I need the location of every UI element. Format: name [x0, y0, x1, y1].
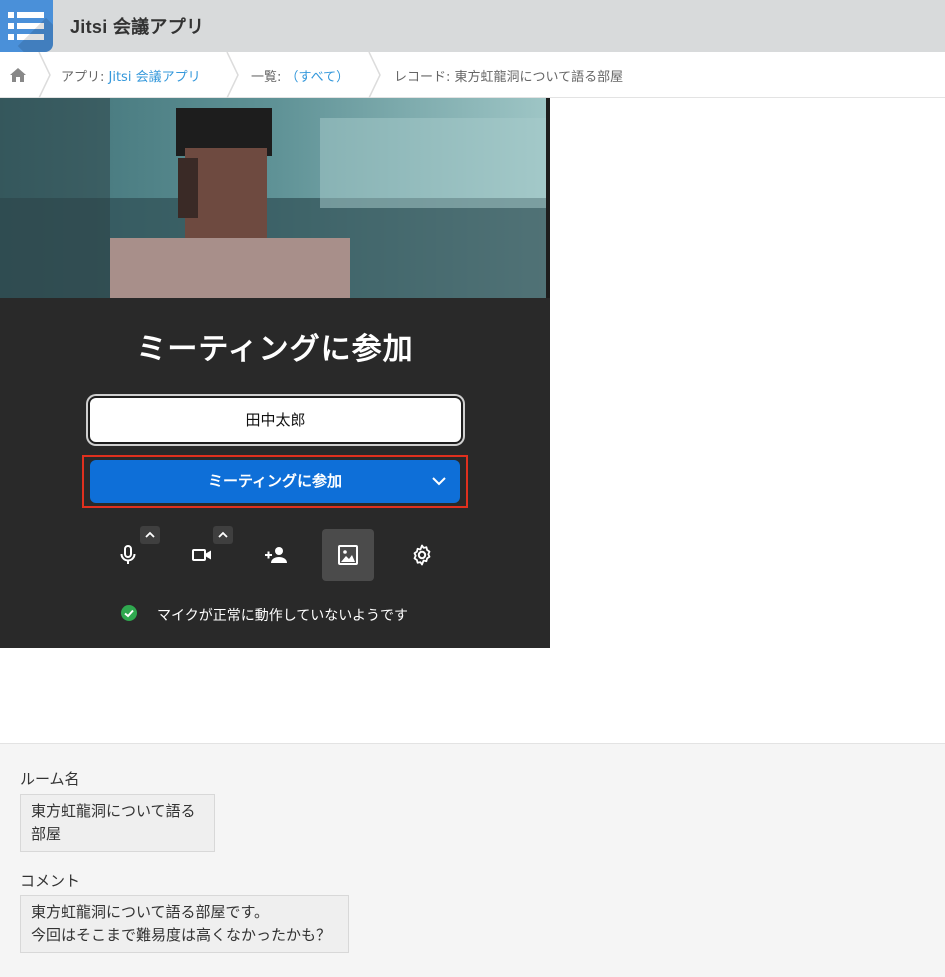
breadcrumb-record: レコード: 東方虹龍洞について語る部屋	[394, 70, 624, 85]
breadcrumb-app-prefix: アプリ:	[61, 70, 109, 85]
virtual-background-button[interactable]	[322, 529, 374, 581]
chevron-up-icon	[145, 531, 155, 538]
join-meeting-button[interactable]: ミーティングに参加	[90, 460, 460, 503]
camera-icon	[192, 549, 211, 561]
breadcrumb-app: アプリ: Jitsi 会議アプリ	[61, 66, 201, 85]
chevron-down-icon[interactable]	[432, 474, 446, 488]
breadcrumb-list-link[interactable]: （すべて）	[286, 70, 350, 85]
list-icon[interactable]	[0, 0, 53, 52]
microphone-icon	[120, 545, 136, 564]
room-name-line: 東方虹龍洞について語る	[31, 802, 196, 820]
join-meeting-label: ミーティングに参加	[207, 472, 343, 490]
breadcrumb-app-link[interactable]: Jitsi 会議アプリ	[109, 70, 201, 85]
room-name-label: ルーム名	[20, 770, 80, 788]
room-name-line: 部屋	[31, 825, 62, 843]
breadcrumb: アプリ: Jitsi 会議アプリ 一覧: （すべて） レコード: 東方虹龍洞につ…	[0, 52, 945, 98]
comment-line: 東方虹龍洞について語る部屋です。	[31, 903, 270, 921]
preview-edge	[546, 98, 550, 298]
microphone-options-button[interactable]	[140, 526, 160, 544]
breadcrumb-separator	[368, 52, 381, 98]
room-name-value: 東方虹龍洞について語る 部屋	[20, 794, 215, 852]
breadcrumb-list: 一覧: （すべて）	[251, 66, 349, 85]
comment-label: コメント	[20, 872, 81, 890]
comment-value: 東方虹龍洞について語る部屋です。 今回はそこまで難易度は高くなかったかも？	[20, 895, 349, 953]
background-icon	[338, 545, 358, 565]
invite-icon	[265, 547, 287, 563]
breadcrumb-separator	[226, 52, 239, 98]
camera-preview-image	[0, 98, 550, 298]
invite-button[interactable]	[249, 529, 301, 581]
camera-preview	[0, 98, 550, 298]
display-name-input[interactable]: 田中太郎	[88, 396, 463, 444]
device-status-text: マイクが正常に動作していないようです	[157, 608, 409, 624]
chevron-up-icon	[218, 531, 228, 538]
breadcrumb-separator	[38, 52, 51, 98]
comment-line: 今回はそこまで難易度は高くなかったかも？	[31, 926, 332, 944]
check-circle-icon	[121, 605, 137, 621]
camera-options-button[interactable]	[213, 526, 233, 544]
breadcrumb-list-prefix: 一覧:	[251, 70, 286, 85]
app-title: Jitsi 会議アプリ	[70, 17, 205, 37]
meeting-title: ミーティングに参加	[136, 332, 414, 367]
record-fields: ルーム名 東方虹龍洞について語る 部屋 コメント 東方虹龍洞について語る部屋です…	[0, 743, 945, 977]
home-icon[interactable]	[9, 66, 27, 84]
meeting-prejoin-panel: ミーティングに参加 田中太郎 ミーティングに参加 マイクが正常に動作していないよ…	[0, 98, 550, 648]
settings-button[interactable]	[396, 529, 448, 581]
app-header: Jitsi 会議アプリ	[0, 0, 945, 52]
settings-icon	[413, 544, 431, 566]
